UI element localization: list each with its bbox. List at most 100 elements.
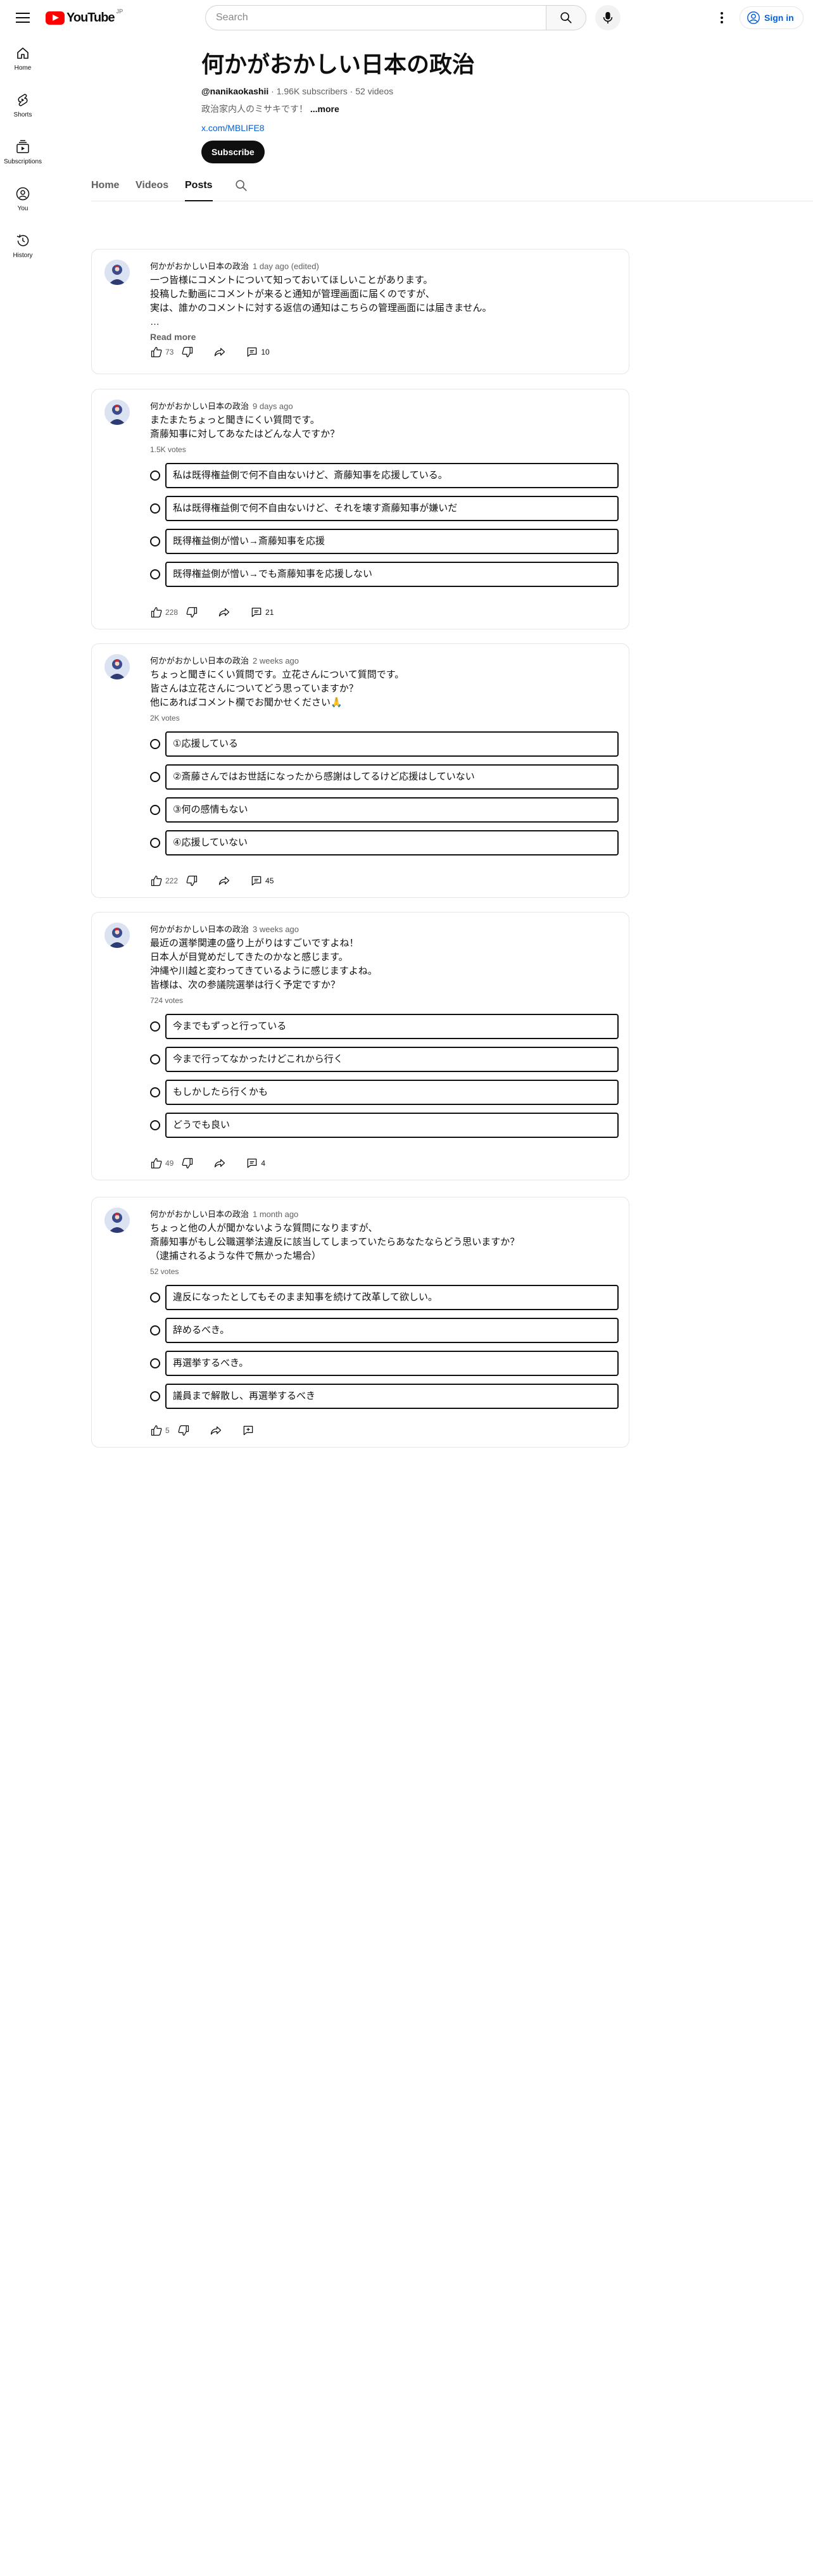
poll-option[interactable]: 私は既得権益側で何不自由ないけど、斎藤知事を応援している。 [150, 463, 619, 488]
poll-option[interactable]: 今までもずっと行っている [150, 1014, 619, 1039]
share-button[interactable] [213, 346, 227, 358]
dislike-button[interactable] [181, 1157, 194, 1170]
poll-option[interactable]: ①応援している [150, 731, 619, 757]
guide-item-you[interactable]: You [0, 176, 46, 223]
channel-stats: · 1.96K subscribers · 52 videos [268, 86, 394, 96]
post-author[interactable]: 何かがおかしい日本の政治 [150, 1209, 249, 1219]
search-button[interactable] [546, 5, 586, 30]
radio-icon [150, 503, 160, 514]
post-time[interactable]: 3 weeks ago [253, 925, 299, 934]
thumbs-up-icon [151, 1158, 162, 1169]
radio-icon [150, 536, 160, 546]
like-button[interactable]: 73 [150, 346, 173, 358]
tab-posts[interactable]: Posts [185, 177, 213, 201]
youtube-logo[interactable]: YouTube JP [46, 8, 123, 25]
post-author[interactable]: 何かがおかしい日本の政治 [150, 401, 249, 411]
avatar[interactable] [104, 923, 130, 948]
comments-button[interactable]: 4 [246, 1157, 265, 1170]
sign-in-button[interactable]: Sign in [740, 6, 804, 29]
poll-option[interactable]: 今まで行ってなかったけどこれから行く [150, 1047, 619, 1072]
avatar[interactable] [104, 400, 130, 425]
logo-text: YouTube [66, 10, 115, 25]
radio-icon [150, 1391, 160, 1401]
poll-option[interactable]: 議員まで解散し、再選挙するべき [150, 1384, 619, 1409]
share-button[interactable] [209, 1424, 223, 1437]
poll-option[interactable]: もしかしたら行くかも [150, 1080, 619, 1105]
comments-button[interactable]: 45 [250, 874, 274, 887]
post-time[interactable]: 2 weeks ago [253, 656, 299, 666]
poll-vote-count: 1.5K votes [150, 445, 186, 454]
history-icon [16, 234, 29, 246]
channel-header: 何かがおかしい日本の政治 @nanikaokashii · 1.96K subs… [201, 51, 771, 163]
poll-option[interactable]: 違反になったとしてもそのまま知事を続けて改革して欲しい。 [150, 1285, 619, 1310]
post-time[interactable]: 1 month ago [253, 1209, 298, 1219]
thumbs-up-icon [151, 607, 162, 618]
dislike-button[interactable] [177, 1424, 190, 1437]
post-author[interactable]: 何かがおかしい日本の政治 [150, 262, 249, 271]
poll-option[interactable]: 既得権益側が憎い→斎藤知事を応援 [150, 529, 619, 554]
comments-button[interactable]: 10 [246, 346, 270, 358]
post-text: 一つ皆様にコメントについて知っておいてほしいことがあります。 投稿した動画にコメ… [150, 275, 492, 327]
comment-count: 45 [265, 876, 274, 885]
like-button[interactable]: 228 [150, 606, 178, 619]
dislike-button[interactable] [181, 346, 194, 358]
tab-videos[interactable]: Videos [136, 177, 168, 201]
radio-icon [150, 1325, 160, 1335]
share-button[interactable] [217, 874, 231, 887]
thumbs-down-icon [182, 346, 193, 358]
read-more-link[interactable]: Read more [150, 332, 619, 342]
avatar[interactable] [104, 260, 130, 285]
poll-option[interactable]: どうでも良い [150, 1113, 619, 1138]
poll-option[interactable]: ④応援していない [150, 830, 619, 856]
post-author[interactable]: 何かがおかしい日本の政治 [150, 656, 249, 666]
like-button[interactable]: 222 [150, 874, 178, 887]
radio-icon [150, 1021, 160, 1032]
post-card: 何かがおかしい日本の政治 1 day ago (edited) 一つ皆様にコメント… [91, 249, 629, 374]
like-button[interactable]: 5 [150, 1424, 170, 1437]
dislike-button[interactable] [186, 606, 198, 619]
comments-button[interactable] [242, 1424, 257, 1437]
description-more-link[interactable]: ...more [310, 104, 339, 114]
poll-option[interactable]: 既得権益側が憎い→でも斎藤知事を応援しない [150, 562, 619, 587]
avatar[interactable] [104, 654, 130, 679]
voice-search-button[interactable] [595, 5, 621, 30]
poll-option[interactable]: ②斎藤さんではお世話になったから感謝はしてるけど応援はしていない [150, 764, 619, 790]
guide-item-shorts[interactable]: Shorts [0, 82, 46, 129]
post-text: ちょっと聞きにくい質問です。立花さんについて質問です。 皆さんは立花さんについて… [150, 669, 405, 708]
search-input[interactable] [216, 12, 536, 23]
comment-add-icon [243, 1425, 253, 1436]
poll-option[interactable]: 私は既得権益側で何不自由ないけど、それを壊す斎藤知事が嫌いだ [150, 496, 619, 521]
tab-search-button[interactable] [234, 179, 248, 196]
post-time[interactable]: 9 days ago [253, 401, 293, 411]
thumbs-down-icon [182, 1158, 193, 1169]
poll-option-label: 議員まで解散し、再選挙するべき [165, 1384, 619, 1409]
like-button[interactable]: 49 [150, 1157, 173, 1170]
channel-link[interactable]: x.com/MBLIFE8 [201, 123, 771, 133]
comments-button[interactable]: 21 [250, 606, 274, 619]
dislike-button[interactable] [186, 874, 198, 887]
channel-description[interactable]: 政治家内人のミサキです！ ...more [201, 103, 771, 115]
guide-item-home[interactable]: Home [0, 35, 46, 82]
share-button[interactable] [217, 606, 231, 619]
post-author[interactable]: 何かがおかしい日本の政治 [150, 925, 249, 934]
avatar[interactable] [104, 1208, 130, 1233]
poll-option[interactable]: 再選挙するべき。 [150, 1351, 619, 1376]
post-card: 何かがおかしい日本の政治 2 weeks ago ちょっと聞きにくい質問です。立花… [91, 643, 629, 898]
poll-option[interactable]: ③何の感情もない [150, 797, 619, 823]
post-actions: 73 10 [150, 344, 270, 360]
share-button[interactable] [213, 1157, 227, 1170]
share-icon [215, 348, 225, 357]
tab-home[interactable]: Home [91, 177, 119, 201]
post-time[interactable]: 1 day ago (edited) [253, 262, 319, 271]
microphone-icon [603, 11, 613, 24]
settings-more-button[interactable] [709, 8, 734, 28]
sign-in-label: Sign in [764, 13, 794, 23]
menu-icon[interactable] [13, 8, 33, 28]
post-actions: 49 4 [150, 1156, 265, 1171]
guide-item-subscriptions[interactable]: Subscriptions [0, 129, 46, 176]
subscribe-button[interactable]: Subscribe [201, 141, 265, 163]
poll-option[interactable]: 辞めるべき。 [150, 1318, 619, 1343]
poll-option-label: 私は既得権益側で何不自由ないけど、斎藤知事を応援している。 [165, 463, 619, 488]
radio-icon [150, 470, 160, 481]
guide-item-history[interactable]: History [0, 223, 46, 270]
